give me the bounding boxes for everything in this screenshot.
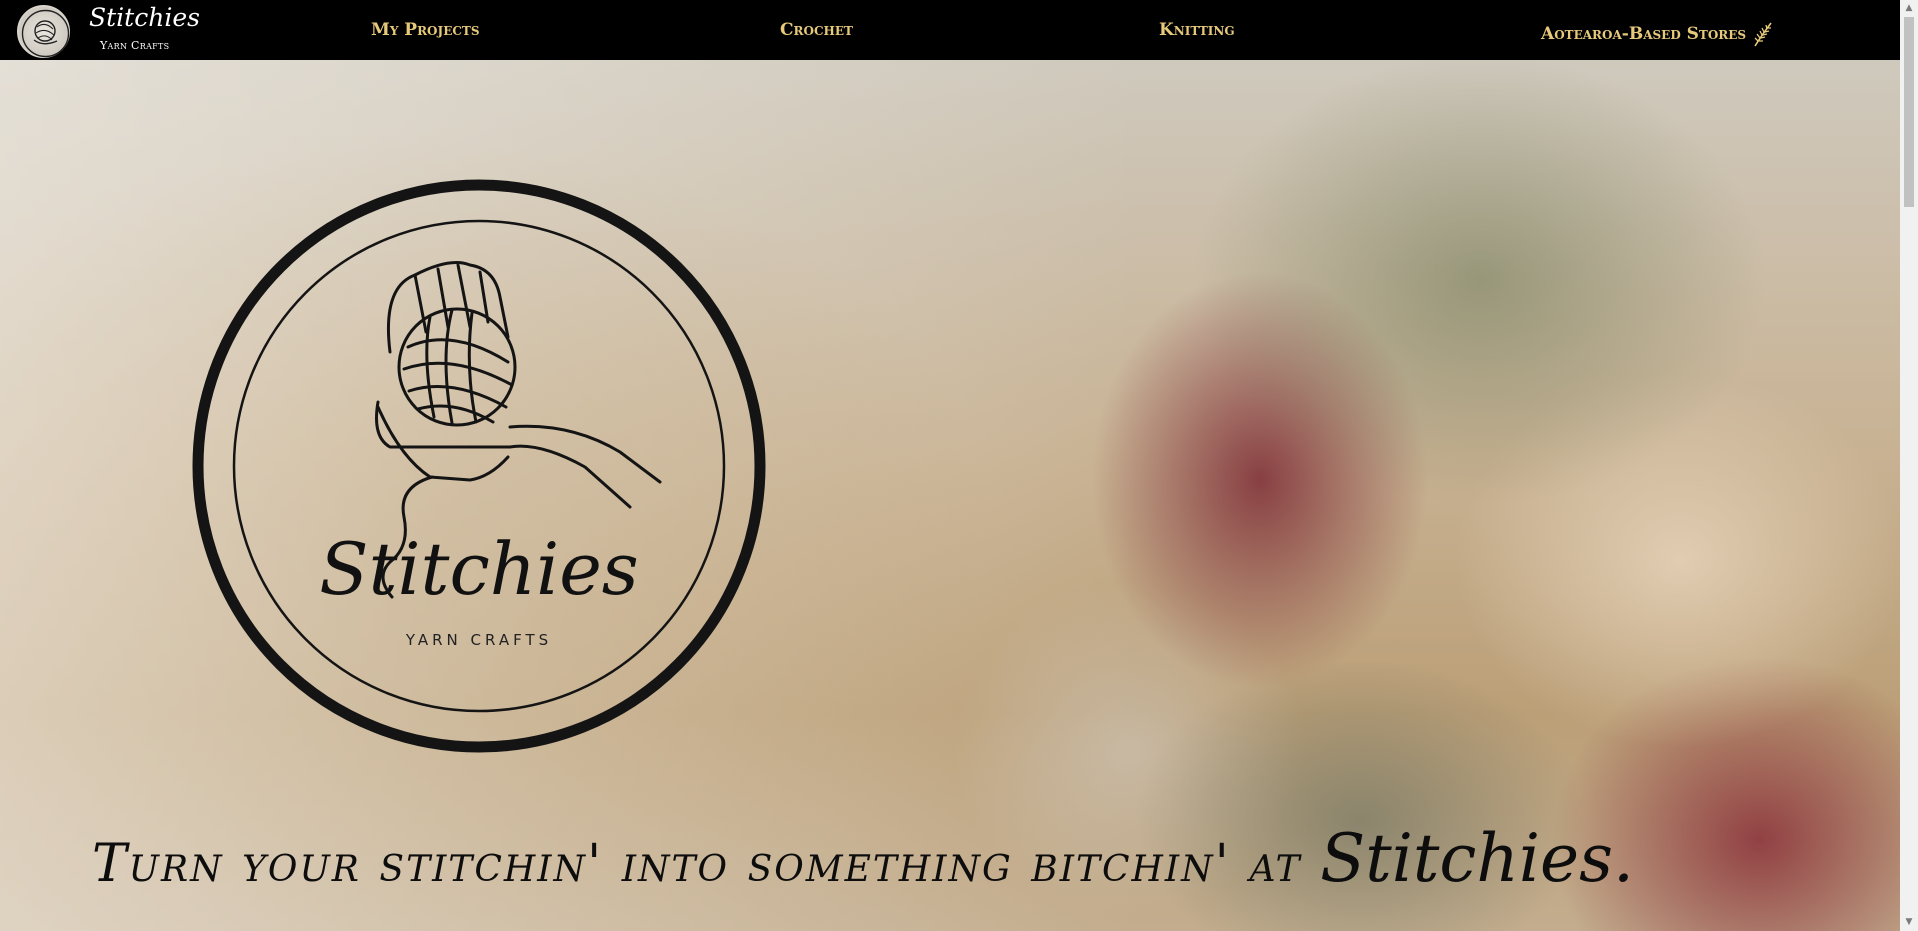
hero-tagline: Turn your stitchin' into something bitch… <box>92 820 1852 897</box>
tagline-brand: Stitchies. <box>1320 820 1634 897</box>
fern-icon <box>1752 20 1774 48</box>
nav-link-knitting[interactable]: Knitting <box>1159 20 1235 40</box>
tagline-text: Turn your stitchin' into something bitch… <box>92 834 1321 894</box>
top-navbar: Stitchies Yarn Crafts My Projects Croche… <box>0 0 1900 60</box>
scroll-up-arrow-icon[interactable]: ▲ <box>1900 0 1918 17</box>
nav-link-my-projects[interactable]: My Projects <box>371 20 479 40</box>
scroll-thumb[interactable] <box>1904 17 1914 207</box>
emblem-title: Stitchies <box>319 527 639 611</box>
hero-banner: Stitchies YARN CRAFTS Turn your stitchin… <box>0 60 1900 931</box>
nav-link-aotearoa-stores[interactable]: Aotearoa-Based Stores <box>1541 20 1774 48</box>
hand-holding-yarn-icon <box>375 261 662 599</box>
emblem-subtitle: YARN CRAFTS <box>405 631 553 649</box>
brand-subtitle: Yarn Crafts <box>100 39 170 52</box>
stitchies-emblem: Stitchies YARN CRAFTS <box>190 177 768 755</box>
brand-logo-icon[interactable] <box>17 5 70 58</box>
scroll-down-arrow-icon[interactable]: ▼ <box>1900 914 1918 931</box>
brand-name[interactable]: Stitchies <box>89 4 200 32</box>
page-scrollbar[interactable]: ▲ ▼ <box>1900 0 1918 931</box>
nav-link-label: Aotearoa-Based Stores <box>1541 24 1747 44</box>
nav-link-crochet[interactable]: Crochet <box>780 20 853 40</box>
